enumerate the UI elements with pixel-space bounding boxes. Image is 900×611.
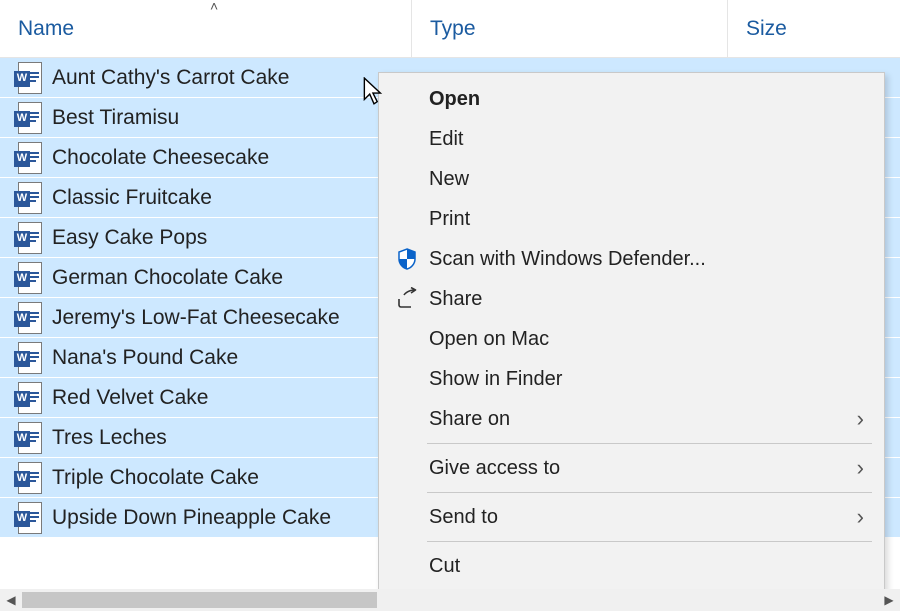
menu-separator [427,443,872,444]
file-name-label: Nana's Pound Cake [42,346,238,370]
scroll-left-button[interactable]: ◀ [0,589,22,611]
menu-item-show-in-finder[interactable]: Show in Finder [381,359,882,399]
menu-item-open[interactable]: Open [381,79,882,119]
column-header-name[interactable]: Name [0,0,412,57]
file-name-label: Tres Leches [42,426,167,450]
menu-item-share-on[interactable]: Share on › [381,399,882,439]
word-document-icon: W [14,222,42,254]
word-document-icon: W [14,342,42,374]
word-document-icon: W [14,102,42,134]
column-headers: Name ˄ Type Size [0,0,900,58]
file-name-label: Aunt Cathy's Carrot Cake [42,66,289,90]
sort-indicator-icon: ˄ [210,0,218,14]
chevron-right-icon: › [857,455,864,481]
file-name-label: Classic Fruitcake [42,186,212,210]
share-icon [391,287,423,311]
menu-item-share[interactable]: Share [381,279,882,319]
menu-separator [427,541,872,542]
column-header-name-label: Name [18,17,74,41]
word-document-icon: W [14,382,42,414]
menu-item-open-on-mac[interactable]: Open on Mac [381,319,882,359]
chevron-right-icon: › [857,406,864,432]
scrollbar-track[interactable] [22,589,878,611]
word-document-icon: W [14,262,42,294]
file-name-label: German Chocolate Cake [42,266,283,290]
word-document-icon: W [14,422,42,454]
file-name-label: Upside Down Pineapple Cake [42,506,331,530]
menu-item-print[interactable]: Print [381,199,882,239]
word-document-icon: W [14,462,42,494]
context-menu: Open Edit New Print Scan with Windows De… [378,72,885,593]
column-header-size[interactable]: Size [728,0,900,57]
menu-item-give-access-to[interactable]: Give access to › [381,448,882,488]
file-name-label: Best Tiramisu [42,106,179,130]
word-document-icon: W [14,502,42,534]
scrollbar-thumb[interactable] [22,592,377,608]
word-document-icon: W [14,182,42,214]
file-name-label: Triple Chocolate Cake [42,466,259,490]
menu-item-send-to[interactable]: Send to › [381,497,882,537]
file-name-label: Jeremy's Low-Fat Cheesecake [42,306,340,330]
menu-separator [427,492,872,493]
horizontal-scrollbar[interactable]: ◀ ▶ [0,589,900,611]
word-document-icon: W [14,62,42,94]
file-name-label: Chocolate Cheesecake [42,146,269,170]
menu-item-cut[interactable]: Cut [381,546,882,586]
file-name-label: Easy Cake Pops [42,226,207,250]
scroll-right-button[interactable]: ▶ [878,589,900,611]
column-header-type-label: Type [430,17,476,41]
word-document-icon: W [14,142,42,174]
menu-item-edit[interactable]: Edit [381,119,882,159]
menu-item-new[interactable]: New [381,159,882,199]
chevron-right-icon: › [857,504,864,530]
column-header-size-label: Size [746,17,787,41]
word-document-icon: W [14,302,42,334]
column-header-type[interactable]: Type [412,0,728,57]
shield-icon [391,247,423,271]
menu-item-scan-defender[interactable]: Scan with Windows Defender... [381,239,882,279]
file-name-label: Red Velvet Cake [42,386,208,410]
